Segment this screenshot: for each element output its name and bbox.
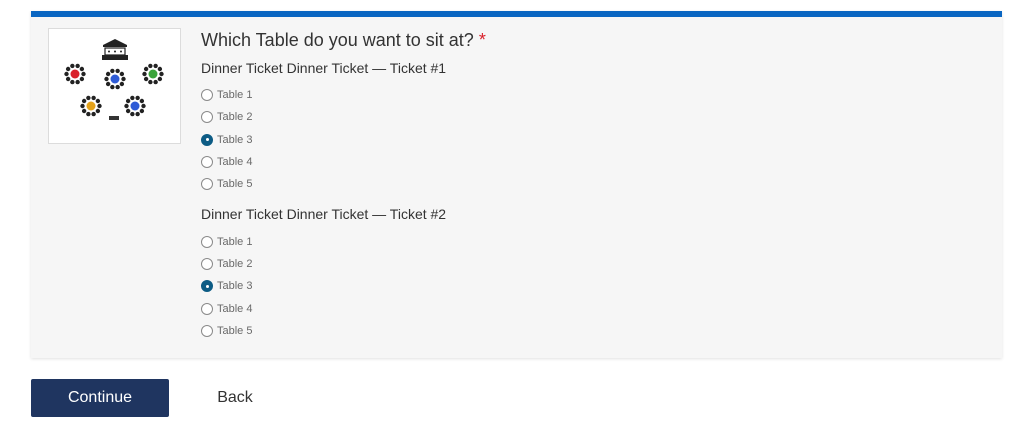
radio-button[interactable] xyxy=(201,178,213,191)
seating-chart-icon xyxy=(64,39,164,120)
radio-button[interactable] xyxy=(201,302,213,315)
question-text: Which Table do you want to sit at? xyxy=(201,30,474,50)
option-label: Table 1 xyxy=(217,235,253,248)
question-card: Which Table do you want to sit at? * Din… xyxy=(31,11,1002,358)
option-label: Table 5 xyxy=(217,178,253,191)
required-asterisk: * xyxy=(478,30,486,50)
option-label: Table 4 xyxy=(217,156,253,169)
ticket-1-title: Dinner Ticket Dinner Ticket — Ticket #1 xyxy=(201,60,447,76)
radio-button[interactable] xyxy=(201,257,213,270)
ticket-2-option-table-3[interactable]: Table 3 xyxy=(201,275,486,297)
ticket-1-option-table-5[interactable]: Table 5 xyxy=(201,173,486,195)
ticket-1-options: Table 1 Table 2 Table 3 Table 4 Table 5 xyxy=(201,84,486,195)
seating-table-icon xyxy=(142,63,164,85)
radio-button[interactable] xyxy=(201,156,213,169)
question-title: Which Table do you want to sit at? * xyxy=(201,28,486,52)
ticket-2-options: Table 1 Table 2 Table 3 Table 4 Table 5 xyxy=(201,230,486,341)
seating-table-icon xyxy=(64,63,86,85)
seating-table-icon xyxy=(104,68,126,90)
radio-button-checked[interactable] xyxy=(201,280,213,293)
ticket-2-option-table-2[interactable]: Table 2 xyxy=(201,253,486,275)
card-accent-bar xyxy=(31,11,1002,17)
seating-table-icon xyxy=(80,95,102,117)
ticket-1-option-table-1[interactable]: Table 1 xyxy=(201,84,486,106)
option-label: Table 4 xyxy=(217,302,253,315)
option-label: Table 1 xyxy=(217,89,253,102)
ticket-2-option-table-1[interactable]: Table 1 xyxy=(201,230,486,252)
option-label: Table 2 xyxy=(217,111,253,124)
ticket-2-option-table-5[interactable]: Table 5 xyxy=(201,320,486,342)
continue-button[interactable]: Continue xyxy=(31,379,169,417)
back-button[interactable]: Back xyxy=(202,379,268,417)
ticket-2-option-table-4[interactable]: Table 4 xyxy=(201,297,486,319)
ticket-1-option-table-4[interactable]: Table 4 xyxy=(201,151,486,173)
question-content: Which Table do you want to sit at? * Din… xyxy=(201,28,486,342)
radio-button[interactable] xyxy=(201,324,213,337)
ticket-2-title: Dinner Ticket Dinner Ticket — Ticket #2 xyxy=(201,206,447,223)
ticket-1-option-table-2[interactable]: Table 2 xyxy=(201,106,486,128)
seating-table-icon xyxy=(124,95,146,117)
option-label: Table 2 xyxy=(217,257,253,270)
radio-button[interactable] xyxy=(201,89,213,102)
stage-icon xyxy=(102,39,128,60)
radio-button[interactable] xyxy=(201,111,213,124)
option-label: Table 5 xyxy=(217,324,253,337)
ticket-1-option-table-3[interactable]: Table 3 xyxy=(201,129,486,151)
option-label: Table 3 xyxy=(217,133,253,146)
seating-chart-image xyxy=(48,28,181,144)
option-label: Table 3 xyxy=(217,280,253,293)
radio-button[interactable] xyxy=(201,235,213,248)
radio-button-checked[interactable] xyxy=(201,133,213,146)
